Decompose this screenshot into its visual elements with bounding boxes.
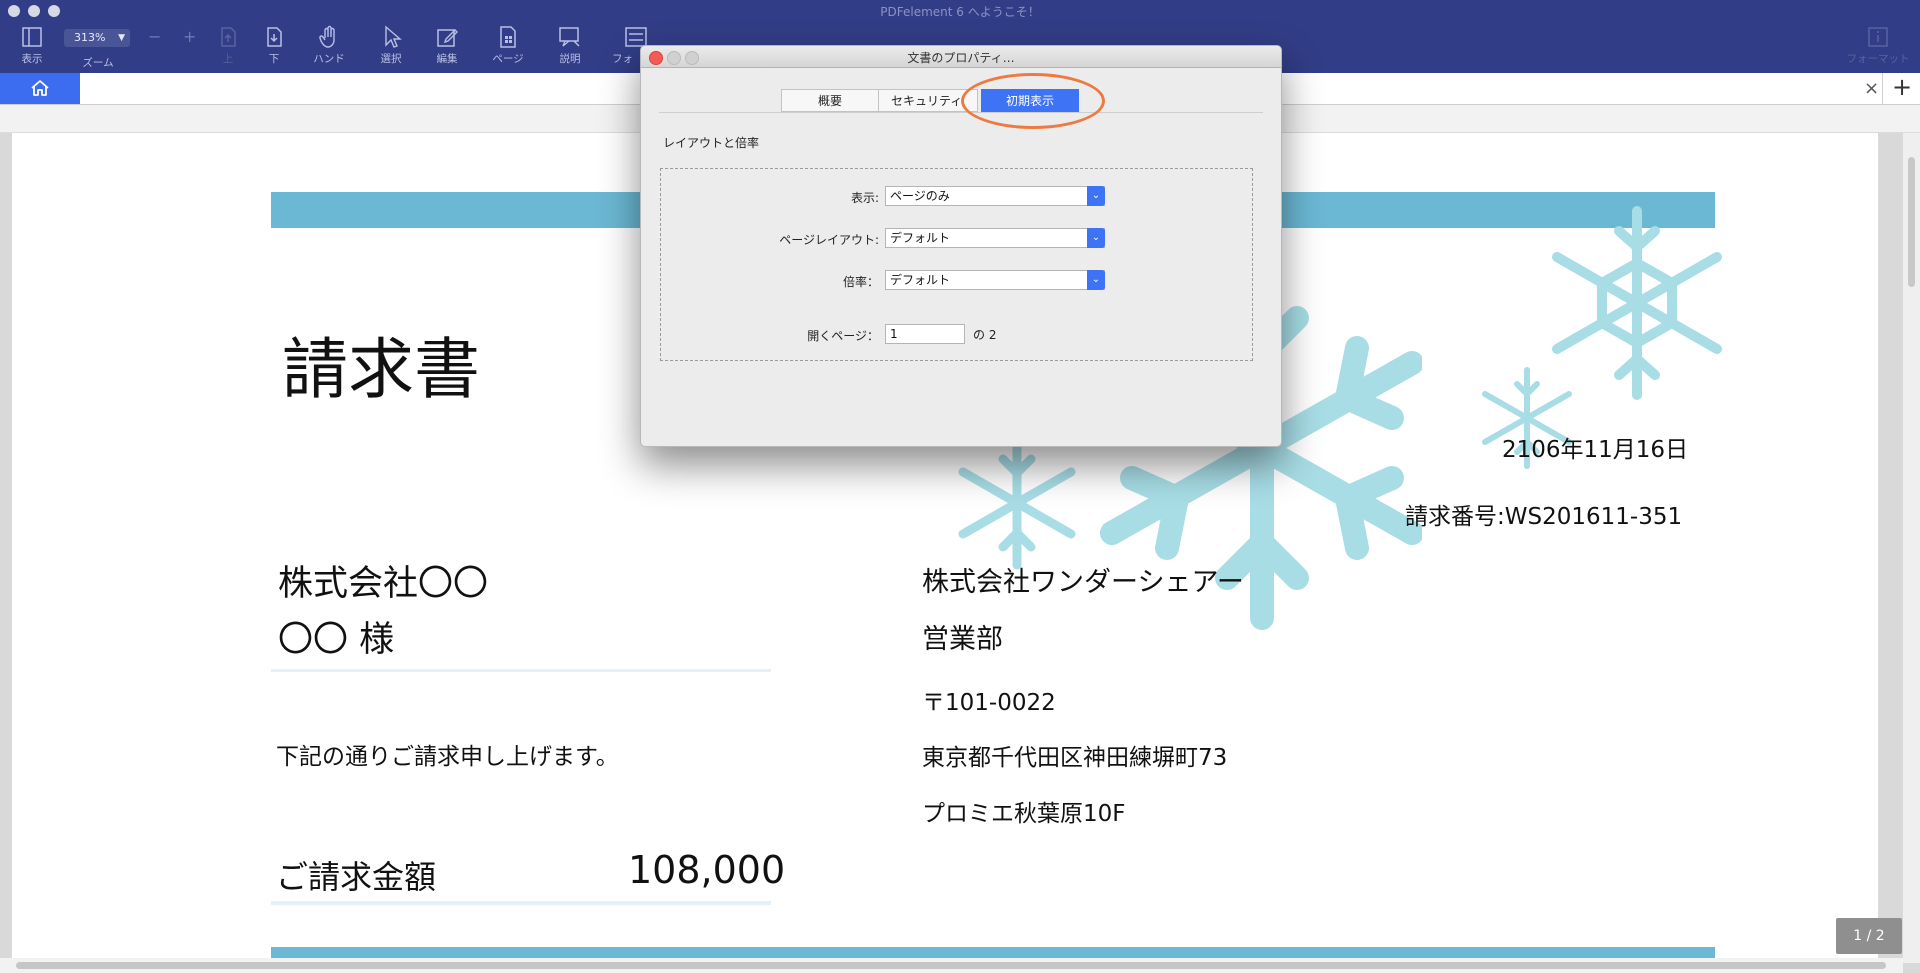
comment-button[interactable]: 説明 bbox=[546, 24, 594, 66]
sender-address-1: 東京都千代田区神田練塀町73 bbox=[922, 745, 1228, 771]
hand-icon bbox=[319, 25, 335, 48]
zoom-in-button[interactable]: + bbox=[183, 27, 196, 46]
view-label: 表示 bbox=[21, 53, 43, 65]
zoom-label: ズーム bbox=[82, 57, 114, 69]
invoice-date: 2106年11月16日 bbox=[1502, 437, 1689, 463]
page-button[interactable]: ページ bbox=[484, 24, 532, 66]
section-title: レイアウトと倍率 bbox=[663, 136, 760, 150]
invoice-number: 請求番号:WS201611-351 bbox=[1405, 504, 1683, 530]
tab-divider bbox=[659, 112, 1263, 113]
edit-label: 編集 bbox=[436, 53, 458, 65]
edit-button[interactable]: 編集 bbox=[423, 24, 471, 66]
app-title: PDFelement 6 へようこそ！ bbox=[880, 5, 1040, 19]
format-label: フォーマット bbox=[1846, 53, 1910, 65]
sender-company: 株式会社ワンダーシェアー bbox=[922, 567, 1244, 598]
sender-postal: 〒101-0022 bbox=[922, 690, 1056, 716]
comment-label: 説明 bbox=[559, 53, 581, 65]
hand-label: ハンド bbox=[313, 53, 345, 65]
chevron-down-icon: ⌄ bbox=[1087, 228, 1105, 248]
zoom-select[interactable]: デフォルト ⌄ bbox=[885, 270, 1105, 290]
hand-tool-button[interactable]: ハンド bbox=[305, 24, 353, 66]
layout-label: ページレイアウト: bbox=[779, 233, 879, 247]
chevron-down-icon: ▼ bbox=[118, 33, 125, 43]
zoom-out-button[interactable]: − bbox=[148, 27, 161, 46]
vertical-scroll-thumb[interactable] bbox=[1908, 157, 1915, 287]
sender-department: 営業部 bbox=[922, 624, 1003, 655]
layout-value: デフォルト bbox=[890, 231, 951, 245]
amount-rule bbox=[271, 901, 771, 905]
zoom-label-block: ズーム bbox=[74, 54, 122, 70]
dialog-title: 文書のプロパティ… bbox=[907, 51, 1015, 65]
client-company: 株式会社〇〇 bbox=[278, 564, 489, 604]
up-label: 上 bbox=[222, 53, 234, 65]
select-tool-button[interactable]: 選択 bbox=[367, 24, 415, 66]
client-rule bbox=[271, 669, 771, 672]
display-value: ページのみ bbox=[890, 189, 950, 203]
comment-icon bbox=[559, 27, 580, 47]
page-up-icon bbox=[221, 27, 236, 47]
invoice-message: 下記の通りご請求申し上げます。 bbox=[276, 744, 619, 770]
horizontal-scroll-thumb[interactable] bbox=[16, 962, 1886, 969]
home-icon bbox=[31, 80, 49, 96]
page-indicator: 1 / 2 bbox=[1836, 918, 1902, 954]
horizontal-scrollbar[interactable] bbox=[0, 958, 1903, 973]
view-icon bbox=[22, 27, 42, 47]
page-icon bbox=[500, 26, 516, 48]
document-properties-dialog: 文書のプロパティ… 概要 セキュリティ 初期表示 レイアウトと倍率 表示: ペー… bbox=[640, 45, 1282, 447]
tab-home[interactable] bbox=[0, 73, 80, 104]
amount-label: ご請求金額 bbox=[276, 858, 437, 896]
open-page-input[interactable]: 1 bbox=[885, 324, 965, 344]
edit-icon bbox=[437, 29, 458, 47]
page-up-button[interactable]: 上 bbox=[204, 24, 252, 66]
tab-close-button[interactable]: × bbox=[1864, 78, 1879, 99]
chevron-down-icon: ⌄ bbox=[1087, 186, 1105, 206]
zoom-value: 313% bbox=[74, 31, 106, 44]
layout-select[interactable]: デフォルト ⌄ bbox=[885, 228, 1105, 248]
vertical-scrollbar[interactable] bbox=[1903, 133, 1920, 963]
chevron-down-icon: ⌄ bbox=[1087, 270, 1105, 290]
down-label: 下 bbox=[268, 53, 280, 65]
sender-address-2: プロミエ秋葉原10F bbox=[922, 801, 1126, 827]
select-label: 選択 bbox=[380, 53, 402, 65]
page-total: の 2 bbox=[973, 328, 997, 342]
tab-summary[interactable]: 概要 bbox=[781, 89, 879, 112]
layout-options-group: 表示: ページのみ ⌄ ページレイアウト: デフォルト ⌄ 倍率： デフォルト … bbox=[660, 168, 1253, 361]
zoom-value: デフォルト bbox=[890, 273, 951, 287]
format-button[interactable]: フォーマット bbox=[1843, 24, 1913, 66]
highlight-annotation-ellipse bbox=[961, 73, 1105, 129]
page-label: ページ bbox=[492, 53, 524, 65]
zoom-label: 倍率： bbox=[842, 275, 879, 289]
display-select[interactable]: ページのみ ⌄ bbox=[885, 186, 1105, 206]
amount-value: 108,000 bbox=[628, 848, 786, 892]
view-button[interactable]: 表示 bbox=[8, 24, 56, 66]
dialog-titlebar: 文書のプロパティ… bbox=[641, 46, 1281, 68]
format-icon bbox=[1868, 27, 1888, 47]
tab-add-button[interactable]: + bbox=[1882, 73, 1920, 104]
page-down-button[interactable]: 下 bbox=[250, 24, 298, 66]
snowflake-decoration-small bbox=[958, 436, 1076, 570]
display-label: 表示: bbox=[850, 191, 879, 205]
page-down-icon bbox=[267, 27, 282, 47]
client-name: 〇〇 様 bbox=[278, 620, 395, 660]
cursor-icon bbox=[385, 25, 402, 48]
invoice-title: 請求書 bbox=[282, 331, 480, 408]
open-page-label: 開くページ： bbox=[807, 329, 879, 343]
zoom-select[interactable]: 313% ▼ bbox=[64, 29, 130, 47]
